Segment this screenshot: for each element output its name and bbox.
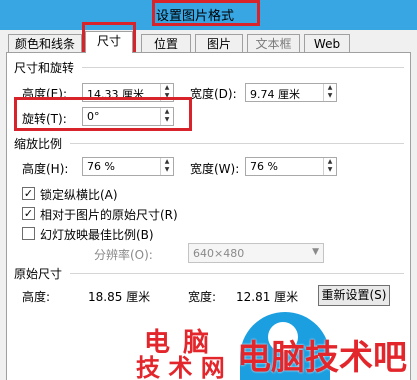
divider [82, 67, 404, 68]
relative-original-checkbox[interactable]: ✓ [22, 207, 35, 220]
scale-height-field[interactable]: 76 % ▲ ▼ [82, 157, 174, 176]
relative-original-label[interactable]: 相对于图片的原始尺寸(R) [40, 206, 178, 223]
spin-up-icon[interactable]: ▲ [161, 158, 173, 166]
scale-width-stepper[interactable]: ▲ ▼ [323, 158, 336, 175]
size-rotate-heading: 尺寸和旋转 [14, 61, 75, 75]
tab-picture[interactable]: 图片 [195, 34, 243, 52]
divider [70, 273, 404, 274]
scale-width-field[interactable]: 76 % ▲ ▼ [245, 157, 337, 176]
check-mark-icon: ✓ [23, 187, 34, 200]
tab-size[interactable]: 尺寸 [85, 31, 133, 53]
lock-aspect-label[interactable]: 锁定纵横比(A) [40, 186, 118, 203]
scale-height-label: 高度(H): [22, 162, 69, 176]
spin-down-icon[interactable]: ▼ [324, 92, 336, 100]
title-highlight [152, 0, 260, 26]
resolution-select[interactable]: 640×480 ▼ [188, 243, 324, 263]
scale-height-stepper[interactable]: ▲ ▼ [160, 158, 173, 175]
spin-down-icon[interactable]: ▼ [161, 166, 173, 174]
rotate-highlight [14, 97, 192, 131]
tab-web[interactable]: Web [304, 34, 350, 52]
width-field[interactable]: 9.74 厘米 ▲ ▼ [245, 83, 337, 102]
watermark-right: 电脑技术吧 [237, 338, 407, 378]
scale-width-label: 宽度(W): [190, 162, 240, 176]
reset-button[interactable]: 重新设置(S) [318, 285, 390, 306]
spin-up-icon[interactable]: ▲ [324, 84, 336, 92]
original-height-label: 高度: [22, 290, 51, 304]
tab-textbox[interactable]: 文本框 [247, 34, 300, 52]
chevron-down-icon[interactable]: ▼ [312, 247, 319, 257]
original-width-label: 宽度: [188, 290, 217, 304]
watermark-left-bottom: 技 术 网 [136, 354, 225, 380]
divider [70, 143, 404, 144]
original-height-value: 18.85 厘米 [88, 290, 151, 304]
tab-position[interactable]: 位置 [141, 34, 191, 52]
scale-heading: 缩放比例 [14, 137, 63, 151]
width-stepper[interactable]: ▲ ▼ [323, 84, 336, 101]
spin-up-icon[interactable]: ▲ [324, 158, 336, 166]
lock-aspect-checkbox[interactable]: ✓ [22, 187, 35, 200]
width-label: 宽度(D): [190, 87, 237, 101]
slideshow-best-checkbox[interactable] [22, 227, 35, 240]
resolution-label: 分辨率(O): [94, 248, 153, 262]
spin-down-icon[interactable]: ▼ [324, 166, 336, 174]
check-mark-icon: ✓ [23, 207, 34, 220]
spin-up-icon[interactable]: ▲ [161, 84, 173, 92]
original-size-heading: 原始尺寸 [14, 267, 63, 281]
original-width-value: 12.81 厘米 [236, 290, 299, 304]
slideshow-best-label[interactable]: 幻灯放映最佳比例(B) [40, 226, 154, 243]
tab-colors-lines[interactable]: 颜色和线条 [8, 34, 82, 52]
